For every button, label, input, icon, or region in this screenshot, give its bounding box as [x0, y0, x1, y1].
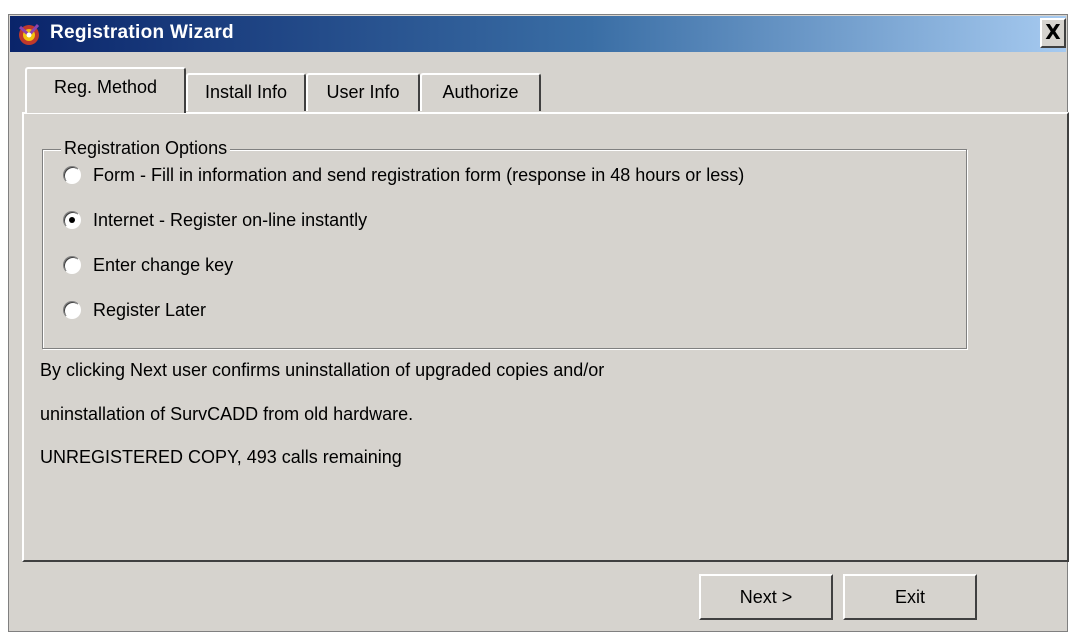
close-button[interactable]: X [1040, 18, 1066, 48]
radio-button[interactable] [63, 211, 81, 229]
option-label: Internet - Register on-line instantly [93, 209, 368, 230]
option-internet[interactable]: Internet - Register on-line instantly [63, 207, 367, 233]
option-register-later[interactable]: Register Later [63, 297, 206, 323]
option-label: Enter change key [93, 254, 234, 275]
notice-line-1: By clicking Next user confirms uninstall… [40, 360, 605, 380]
radio-button[interactable] [63, 301, 81, 319]
next-button-label: Next > [739, 587, 793, 607]
window-title: Registration Wizard [50, 22, 234, 43]
option-form[interactable]: Form - Fill in information and send regi… [63, 162, 744, 188]
title-bar[interactable]: Registration Wizard X [10, 16, 1066, 52]
reg-method-panel: Registration Options Form - Fill in info… [22, 112, 1069, 562]
tab-label: Reg. Method [53, 77, 158, 97]
tab-label: Install Info [204, 82, 288, 102]
tab-install-info[interactable]: Install Info [186, 73, 306, 111]
radio-button[interactable] [63, 256, 81, 274]
registration-wizard-window: Registration Wizard X Reg. Method Instal… [8, 14, 1069, 632]
notice-line-2: uninstallation of SurvCADD from old hard… [40, 404, 414, 424]
next-button[interactable]: Next > [699, 574, 833, 620]
tab-user-info[interactable]: User Info [306, 73, 420, 111]
exit-button-label: Exit [894, 587, 925, 607]
registration-options-group: Registration Options Form - Fill in info… [42, 138, 967, 349]
option-label: Register Later [93, 299, 207, 320]
option-label: Form - Fill in information and send regi… [93, 164, 745, 185]
tab-authorize[interactable]: Authorize [420, 73, 541, 111]
tab-label: User Info [326, 82, 400, 102]
tab-reg-method[interactable]: Reg. Method [25, 67, 186, 113]
registration-status: UNREGISTERED COPY, 493 calls remaining [40, 447, 402, 467]
close-icon: X [1045, 20, 1061, 44]
exit-button[interactable]: Exit [843, 574, 977, 620]
radio-selected-dot [69, 217, 75, 223]
radio-button[interactable] [63, 166, 81, 184]
tab-label: Authorize [442, 82, 519, 102]
app-icon [16, 21, 42, 47]
group-legend: Registration Options [61, 138, 231, 159]
option-enter-change-key[interactable]: Enter change key [63, 252, 233, 278]
